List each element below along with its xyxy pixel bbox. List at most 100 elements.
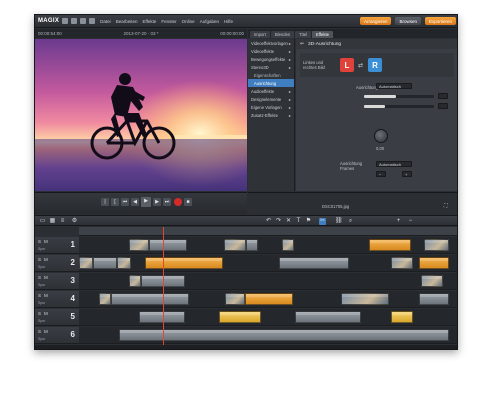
- playhead[interactable]: [163, 227, 164, 349]
- effect-category-item[interactable]: Ausrichtung: [248, 79, 294, 87]
- swap-icon[interactable]: ⇄: [358, 62, 363, 69]
- timeline-clip[interactable]: [419, 257, 449, 269]
- solo-button[interactable]: S: [38, 293, 41, 298]
- zoom-icon[interactable]: ⌕: [347, 218, 354, 225]
- tab-import[interactable]: Import: [250, 31, 270, 38]
- link-icon[interactable]: ⛓: [335, 218, 343, 225]
- undo-icon[interactable]: [89, 18, 96, 24]
- mute-button[interactable]: M: [44, 239, 48, 244]
- timeline-clip[interactable]: [119, 329, 449, 341]
- skip-forward-icon[interactable]: ⏭: [163, 198, 171, 206]
- timeline-clip[interactable]: [111, 293, 189, 305]
- timeline-clip[interactable]: [224, 239, 246, 251]
- timeline-clip[interactable]: [421, 275, 443, 287]
- browse-button[interactable]: Browsen: [395, 17, 421, 25]
- marker-icon[interactable]: |: [101, 198, 109, 206]
- back-icon[interactable]: ⇐: [300, 42, 304, 47]
- new-file-icon[interactable]: [62, 18, 69, 24]
- marker-tool-icon[interactable]: ⚑: [305, 218, 312, 225]
- effect-category-item[interactable]: Zusatz-Effekte ▸: [248, 111, 294, 119]
- right-eye-button[interactable]: R: [368, 58, 382, 72]
- menu-edit[interactable]: Bearbeiten: [116, 19, 138, 24]
- video-preview[interactable]: [35, 39, 247, 191]
- track-lane[interactable]: [79, 291, 457, 308]
- mute-button[interactable]: M: [44, 257, 48, 262]
- frames-alignment-select[interactable]: Automatisch: [376, 161, 412, 167]
- effect-category-item[interactable]: Videoeffekte ▸: [248, 47, 294, 55]
- left-eye-button[interactable]: L: [340, 58, 354, 72]
- timeline-clip[interactable]: [391, 257, 413, 269]
- solo-button[interactable]: S: [38, 239, 41, 244]
- timeline-ruler[interactable]: [79, 227, 457, 236]
- track-header[interactable]: S M 6 Spur: [35, 327, 79, 344]
- effect-category-item[interactable]: Videoeffektvorlagen ▸: [248, 39, 294, 47]
- timeline-clip[interactable]: [129, 275, 141, 287]
- solo-button[interactable]: S: [38, 311, 41, 316]
- arrange-button[interactable]: Arrangieren: [359, 17, 392, 25]
- menu-effects[interactable]: Effekte: [142, 19, 156, 24]
- effect-category-item[interactable]: Audioeffekte ▸: [248, 87, 294, 95]
- track-header[interactable]: S M 4 Spur: [35, 291, 79, 308]
- menu-help[interactable]: Hilfe: [224, 19, 233, 24]
- horizontal-slider[interactable]: [364, 95, 434, 98]
- split-tool-icon[interactable]: ✂: [319, 218, 326, 225]
- plus-button[interactable]: +: [402, 171, 412, 177]
- timeline-clip[interactable]: [149, 239, 187, 251]
- track-lane[interactable]: [79, 237, 457, 254]
- timeline-clip[interactable]: [93, 257, 117, 269]
- skip-back-icon[interactable]: ⏮: [121, 198, 129, 206]
- track-lane[interactable]: [79, 255, 457, 272]
- mute-button[interactable]: M: [44, 311, 48, 316]
- track-lane[interactable]: [79, 309, 457, 326]
- timeline-clip[interactable]: [145, 257, 223, 269]
- effect-category-item[interactable]: Bewegungseffekte ▸: [248, 55, 294, 63]
- storyboard-view-icon[interactable]: ▭: [39, 218, 46, 225]
- track-lane[interactable]: [79, 327, 457, 344]
- timeline-clip[interactable]: [369, 239, 411, 251]
- timeline-clip[interactable]: [295, 311, 361, 323]
- mute-button[interactable]: M: [44, 293, 48, 298]
- tab-effects[interactable]: Effekte: [312, 31, 333, 38]
- timeline-clip[interactable]: [279, 257, 349, 269]
- tab-titles[interactable]: Titel: [295, 31, 312, 38]
- timeline-clip[interactable]: [219, 311, 261, 323]
- menu-window[interactable]: Fenster: [161, 19, 176, 24]
- text-tool-icon[interactable]: T: [295, 218, 302, 225]
- record-button[interactable]: [174, 198, 182, 206]
- alignment-mode-select[interactable]: Automatisch: [376, 83, 412, 89]
- solo-button[interactable]: S: [38, 257, 41, 262]
- solo-button[interactable]: S: [38, 275, 41, 280]
- timeline-clip[interactable]: [282, 239, 294, 251]
- expand-icon[interactable]: ⛶: [444, 203, 448, 209]
- mute-button[interactable]: M: [44, 329, 48, 334]
- play-button[interactable]: ▶: [141, 197, 151, 207]
- effect-category-item[interactable]: Eigene Vorlagen ▸: [248, 103, 294, 111]
- menu-online[interactable]: Online: [182, 19, 195, 24]
- timeline-clip[interactable]: [391, 311, 413, 323]
- timeline-clip[interactable]: [129, 239, 149, 251]
- timeline-clip[interactable]: [117, 257, 131, 269]
- vertical-slider[interactable]: [364, 105, 434, 108]
- timeline-clip[interactable]: [419, 293, 449, 305]
- horizontal-value[interactable]: [438, 93, 448, 99]
- track-header[interactable]: S M 3 Spur: [35, 273, 79, 290]
- track-header[interactable]: S M 2 Spur: [35, 255, 79, 272]
- solo-button[interactable]: S: [38, 329, 41, 334]
- forward-icon[interactable]: ▶: [153, 198, 161, 206]
- timeline-clip[interactable]: [139, 311, 185, 323]
- delete-icon[interactable]: ✕: [285, 218, 292, 225]
- rotation-knob[interactable]: [374, 129, 388, 143]
- mute-button[interactable]: M: [44, 275, 48, 280]
- menu-tasks[interactable]: Aufgaben: [200, 19, 219, 24]
- minus-button[interactable]: −: [376, 171, 386, 177]
- marker-in-icon[interactable]: [: [111, 198, 119, 206]
- track-header[interactable]: S M 5 Spur: [35, 309, 79, 326]
- effect-category-item[interactable]: Designelemente ▸: [248, 95, 294, 103]
- open-file-icon[interactable]: [71, 18, 78, 24]
- track-lane[interactable]: [79, 273, 457, 290]
- export-button[interactable]: Exportieren: [424, 17, 456, 25]
- vertical-value[interactable]: [438, 103, 448, 109]
- timeline-clip[interactable]: [246, 239, 258, 251]
- stop-icon[interactable]: ■: [184, 198, 192, 206]
- timeline-clip[interactable]: [99, 293, 111, 305]
